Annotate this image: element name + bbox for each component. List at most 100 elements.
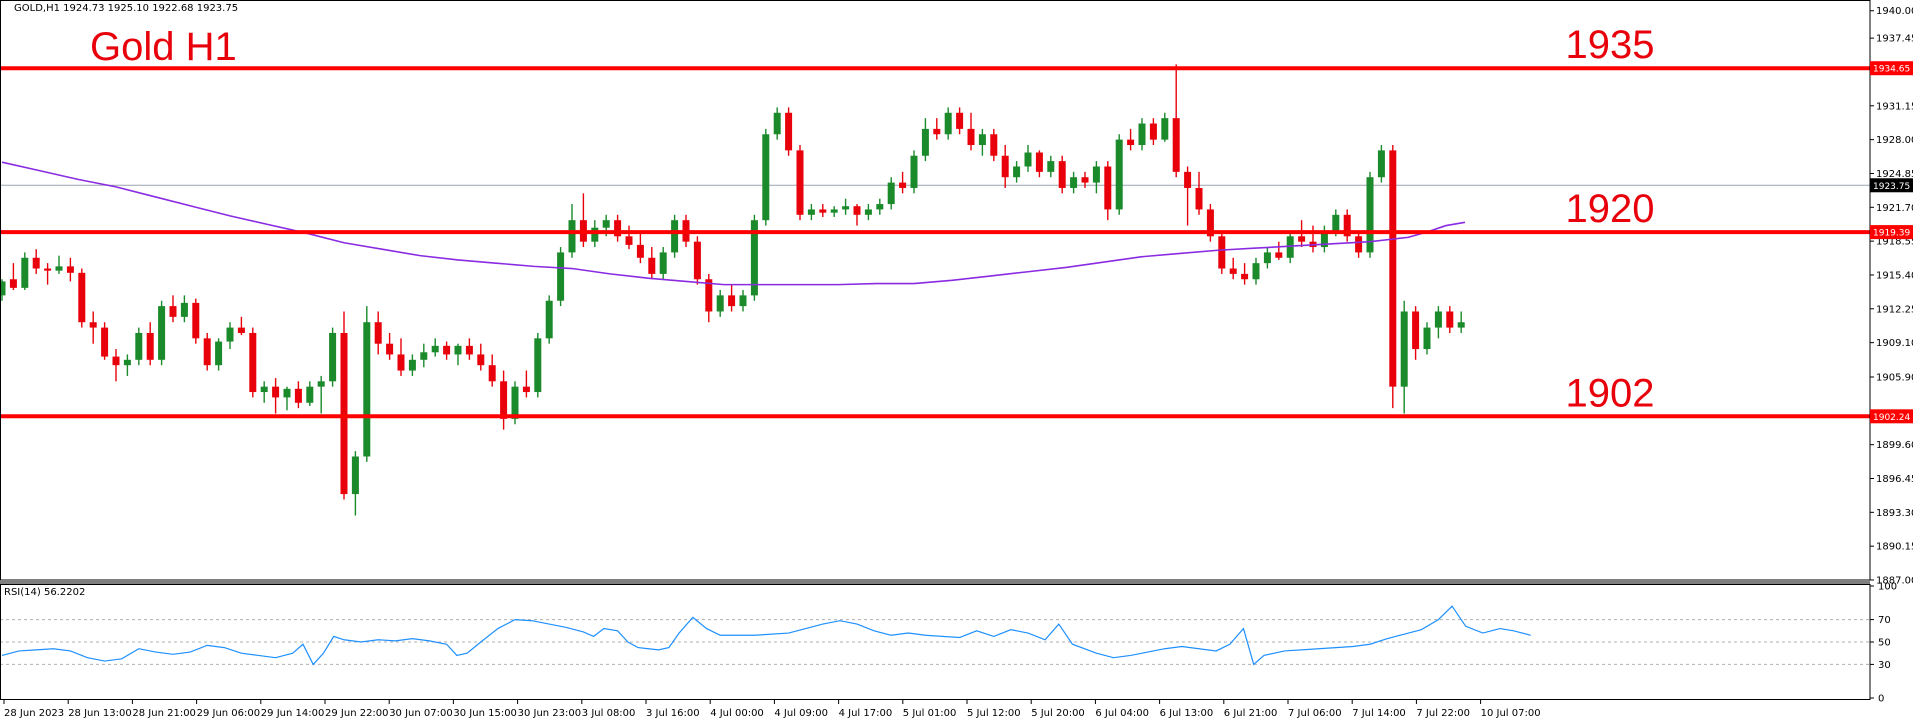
candle-body	[773, 112, 781, 135]
candle	[1434, 306, 1442, 339]
candle	[226, 322, 234, 350]
candle-body	[397, 354, 405, 371]
time-tick-label: 4 Jul 17:00	[839, 708, 893, 719]
candle	[1343, 209, 1351, 242]
candle	[762, 128, 770, 226]
candle-body	[1149, 123, 1157, 140]
candle	[1149, 118, 1157, 145]
price-tick-label: 1937.45	[1876, 34, 1913, 45]
candle	[921, 118, 929, 162]
candle-body	[1229, 268, 1237, 274]
candle	[978, 128, 986, 156]
time-tick-label: 10 Jul 07:00	[1481, 708, 1541, 719]
candle-body	[910, 155, 918, 188]
candle	[716, 290, 724, 317]
candle	[397, 338, 405, 376]
price-tick-label: 1931.15	[1876, 101, 1913, 112]
candle	[750, 214, 758, 301]
candle	[249, 327, 257, 398]
candle	[1013, 161, 1021, 183]
candle-body	[1127, 139, 1135, 145]
symbol-header: GOLD,H1 1924.73 1925.10 1922.68 1923.75	[14, 3, 238, 14]
time-tick-label: 29 Jun 14:00	[261, 708, 325, 719]
candle	[659, 247, 667, 280]
level-label: 1920	[1566, 187, 1655, 231]
time-tick-label: 5 Jul 12:00	[967, 708, 1021, 719]
time-tick-label: 30 Jun 23:00	[518, 708, 582, 719]
candle	[169, 295, 177, 323]
rsi-tick-label: 70	[1878, 615, 1891, 626]
candle	[443, 341, 451, 360]
candle-body	[420, 352, 428, 360]
candle	[78, 268, 86, 328]
candle	[557, 247, 565, 307]
candle-body	[887, 182, 895, 205]
candle	[1001, 145, 1009, 188]
candle	[215, 338, 223, 371]
time-tick-label: 28 Jun 21:00	[132, 708, 196, 719]
candle	[192, 298, 200, 344]
candle-body	[101, 327, 109, 357]
candle	[910, 150, 918, 194]
candle	[1035, 150, 1043, 178]
candle-body	[454, 345, 462, 355]
candle-body	[830, 209, 838, 213]
axes: 1940.001937.451934.651931.151928.001924.…	[0, 0, 1913, 719]
candle-body	[1218, 236, 1226, 269]
candle-body	[78, 272, 86, 323]
candle-body	[864, 209, 872, 215]
candle-body	[89, 322, 97, 328]
candle	[1275, 241, 1283, 260]
candle-body	[1184, 171, 1192, 188]
rsi-tick-label: 100	[1878, 582, 1897, 593]
candle-body	[568, 220, 576, 253]
rsi-pane	[0, 605, 1870, 666]
candle	[180, 295, 188, 323]
candle-body	[659, 252, 667, 274]
rsi-frame	[0, 584, 1871, 700]
candle-body	[340, 332, 348, 495]
candle	[614, 214, 622, 242]
candle-body	[716, 295, 724, 312]
candle-body	[1377, 150, 1385, 178]
candle	[853, 204, 861, 226]
price-pane: 1935 1920 1902	[0, 23, 1870, 516]
candle	[785, 107, 793, 156]
candle-body	[431, 345, 439, 353]
candle	[351, 451, 359, 516]
candle-body	[443, 345, 451, 355]
candle-body	[853, 206, 861, 215]
level-label: 1935	[1566, 23, 1655, 67]
candle	[408, 354, 416, 376]
candle	[1400, 300, 1408, 414]
candle-body	[739, 295, 747, 307]
candle	[112, 349, 120, 382]
price-tick-label: 1912.25	[1876, 304, 1913, 315]
time-tick-label: 6 Jul 04:00	[1095, 708, 1149, 719]
candle	[864, 204, 872, 221]
candle	[203, 332, 211, 371]
candle	[796, 145, 804, 221]
time-tick-label: 30 Jun 15:00	[453, 708, 517, 719]
candle-body	[1092, 166, 1100, 183]
candle-body	[9, 279, 17, 288]
candle-body	[1457, 322, 1465, 328]
candle	[454, 343, 462, 366]
candle	[1104, 161, 1112, 221]
candle-body	[1001, 155, 1009, 178]
candle-body	[1434, 311, 1442, 328]
candle	[1366, 171, 1374, 258]
candle-body	[557, 252, 565, 301]
candle	[1138, 118, 1146, 151]
candle-body	[249, 332, 257, 393]
price-tick-label: 1940.00	[1876, 6, 1913, 17]
candle-body	[112, 356, 120, 366]
candle-body	[272, 386, 280, 398]
candle	[990, 128, 998, 162]
candle	[500, 370, 508, 430]
candle-body	[511, 386, 519, 419]
candle	[728, 284, 736, 312]
candle-body	[351, 456, 359, 495]
price-tick-label: 1890.15	[1876, 542, 1913, 553]
candle-body	[967, 128, 975, 145]
